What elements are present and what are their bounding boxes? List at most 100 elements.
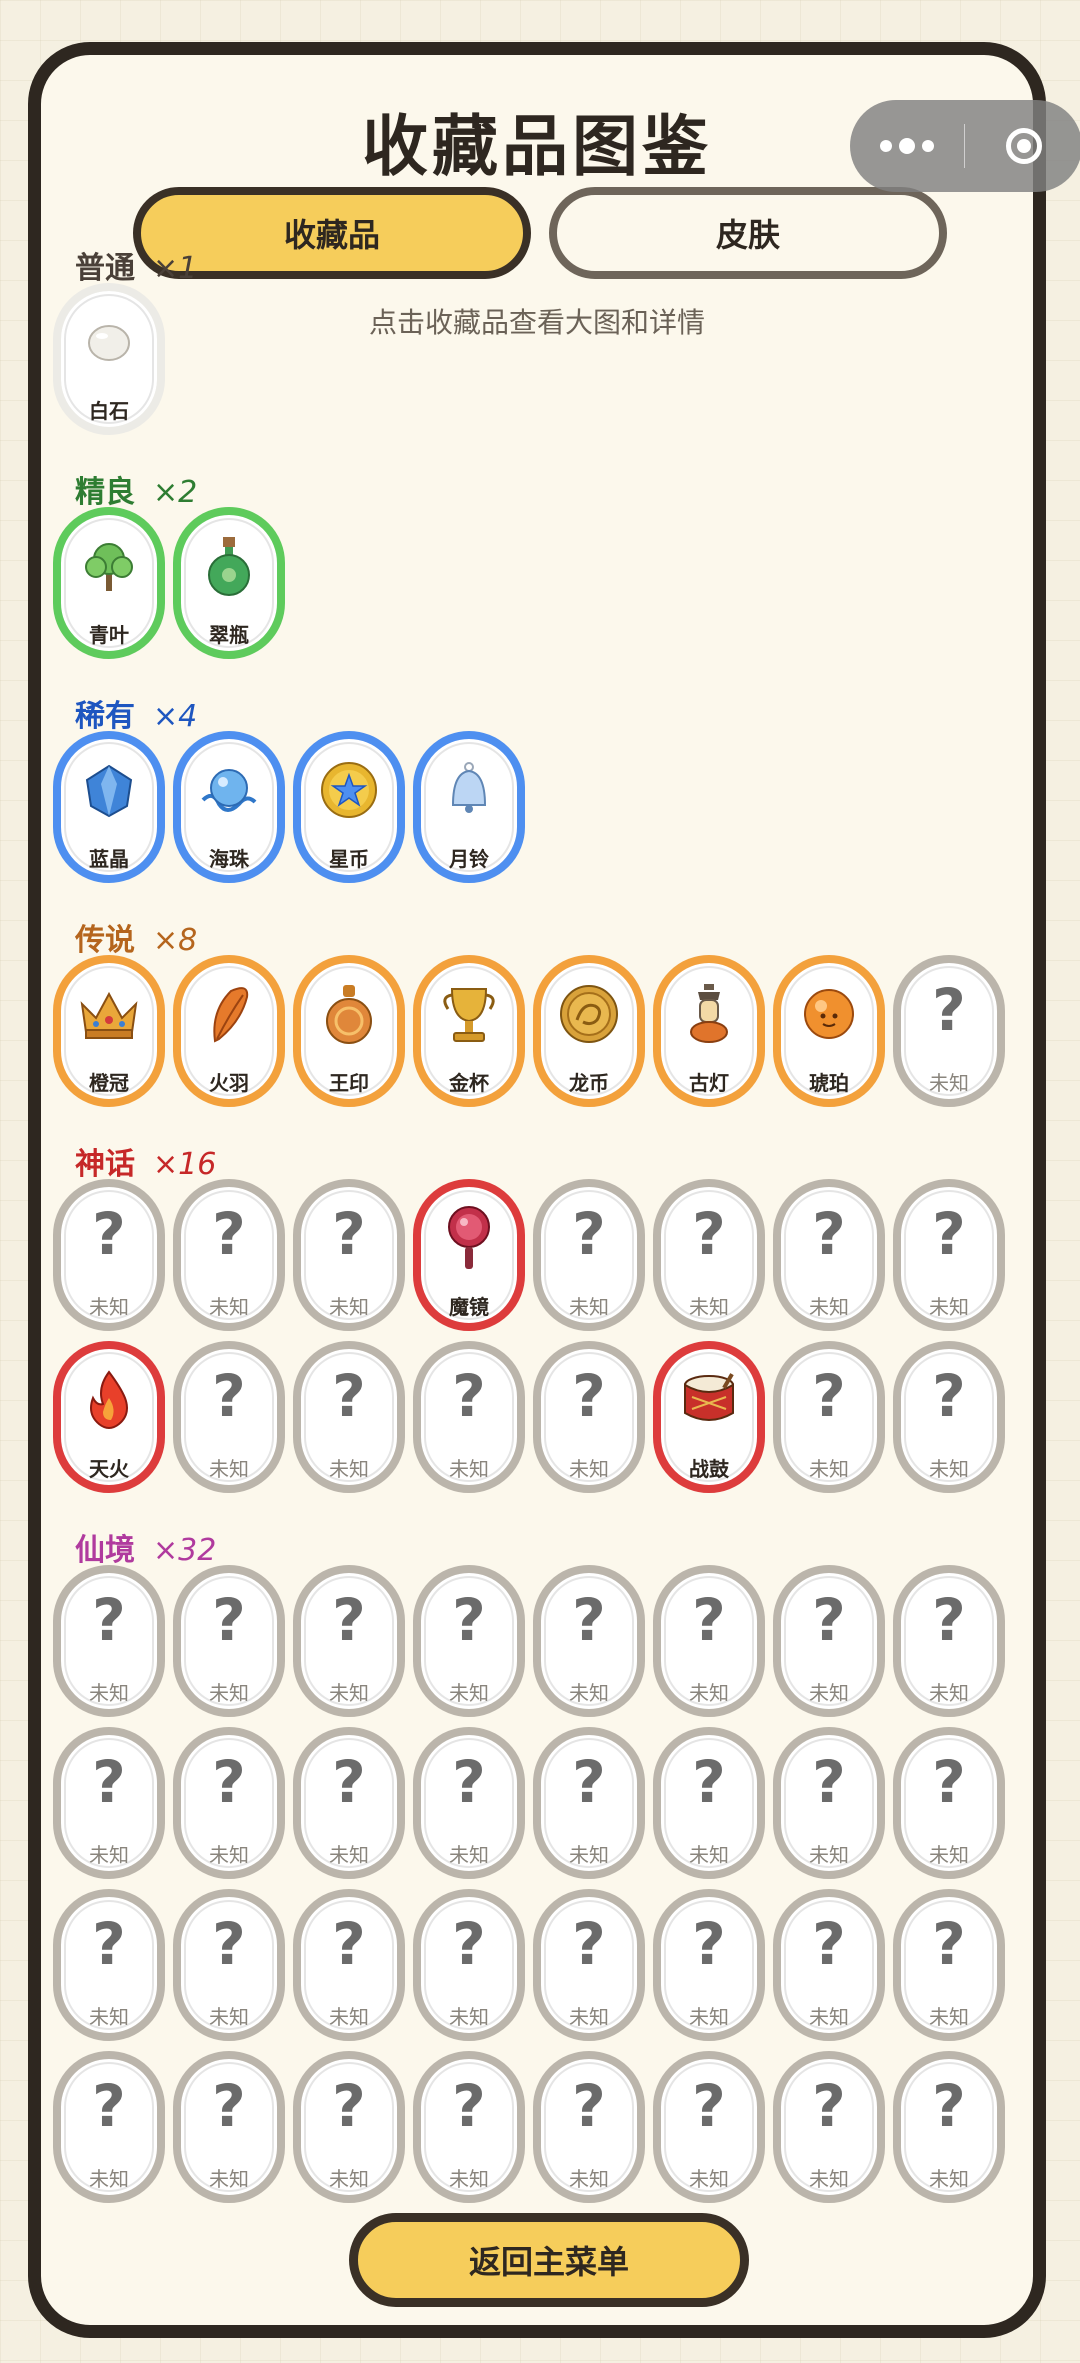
item-name: 未知 — [689, 1295, 729, 1319]
unknown-item[interactable]: ? 未知 — [413, 1565, 525, 1717]
unknown-item[interactable]: ? 未知 — [173, 1565, 285, 1717]
unknown-item[interactable]: ? 未知 — [293, 1889, 405, 2041]
question-mark-icon: ? — [332, 1200, 366, 1268]
item-name: 未知 — [809, 2167, 849, 2191]
collectible-item[interactable]: 古灯 — [653, 955, 765, 1107]
unknown-item[interactable]: ? 未知 — [293, 1727, 405, 1879]
unknown-item[interactable]: ? 未知 — [53, 1565, 165, 1717]
unknown-item[interactable]: ? 未知 — [773, 1565, 885, 1717]
item-name: 未知 — [329, 1843, 369, 1867]
item-name: 未知 — [329, 1681, 369, 1705]
collectible-item[interactable]: 王印 — [293, 955, 405, 1107]
question-mark-icon: ? — [692, 1200, 726, 1268]
unknown-item[interactable]: ? 未知 — [893, 1341, 1005, 1493]
unknown-item[interactable]: ? 未知 — [653, 1565, 765, 1717]
question-mark-icon: ? — [332, 1748, 366, 1816]
unknown-item[interactable]: ? 未知 — [173, 2051, 285, 2203]
unknown-item[interactable]: ? 未知 — [533, 2051, 645, 2203]
collectible-item[interactable]: 白石 — [53, 283, 165, 435]
unknown-item[interactable]: ? 未知 — [653, 1179, 765, 1331]
section-label: 精良 ×2 — [75, 467, 197, 511]
unknown-item[interactable]: ? 未知 — [53, 2051, 165, 2203]
unknown-item[interactable]: ? 未知 — [533, 1179, 645, 1331]
tab-skins[interactable]: 皮肤 — [549, 187, 947, 279]
question-mark-icon: ? — [332, 1910, 366, 1978]
close-target-icon[interactable] — [965, 100, 1080, 192]
collectible-item[interactable]: 橙冠 — [53, 955, 165, 1107]
unknown-item[interactable]: ? 未知 — [893, 2051, 1005, 2203]
item-name: 王印 — [329, 1071, 369, 1095]
collectible-item[interactable]: 月铃 — [413, 731, 525, 883]
green-leaf-icon — [61, 533, 157, 599]
unknown-item[interactable]: ? 未知 — [293, 2051, 405, 2203]
unknown-item[interactable]: ? 未知 — [773, 1889, 885, 2041]
unknown-item[interactable]: ? 未知 — [653, 2051, 765, 2203]
unknown-item[interactable]: ? 未知 — [893, 955, 1005, 1107]
item-name: 未知 — [209, 2005, 249, 2029]
collectible-item[interactable]: 龙币 — [533, 955, 645, 1107]
unknown-item[interactable]: ? 未知 — [893, 1565, 1005, 1717]
section-label: 稀有 ×4 — [75, 691, 197, 735]
unknown-item[interactable]: ? 未知 — [53, 1179, 165, 1331]
unknown-item[interactable]: ? 未知 — [173, 1179, 285, 1331]
more-options-icon[interactable] — [850, 100, 964, 192]
collectible-item[interactable]: 翠瓶 — [173, 507, 285, 659]
item-name: 未知 — [929, 2167, 969, 2191]
question-mark-icon: ? — [812, 1586, 846, 1654]
question-mark-icon: ? — [332, 2072, 366, 2140]
collectible-item[interactable]: 海珠 — [173, 731, 285, 883]
question-mark-icon: ? — [332, 1362, 366, 1430]
collectible-item[interactable]: 金杯 — [413, 955, 525, 1107]
unknown-item[interactable]: ? 未知 — [533, 1565, 645, 1717]
unknown-item[interactable]: ? 未知 — [293, 1341, 405, 1493]
collectible-item[interactable]: 魔镜 — [413, 1179, 525, 1331]
unknown-item[interactable]: ? 未知 — [653, 1889, 765, 2041]
collectible-item[interactable]: 天火 — [53, 1341, 165, 1493]
question-mark-icon: ? — [692, 2072, 726, 2140]
unknown-item[interactable]: ? 未知 — [413, 2051, 525, 2203]
unknown-item[interactable]: ? 未知 — [173, 1727, 285, 1879]
unknown-item[interactable]: ? 未知 — [893, 1889, 1005, 2041]
item-name: 未知 — [809, 2005, 849, 2029]
item-name: 未知 — [209, 1457, 249, 1481]
unknown-item[interactable]: ? 未知 — [533, 1727, 645, 1879]
unknown-item[interactable]: ? 未知 — [293, 1565, 405, 1717]
unknown-item[interactable]: ? 未知 — [533, 1341, 645, 1493]
item-name: 未知 — [929, 1071, 969, 1095]
unknown-item[interactable]: ? 未知 — [413, 1889, 525, 2041]
section-count: ×4 — [153, 699, 198, 734]
unknown-item[interactable]: ? 未知 — [173, 1889, 285, 2041]
star-coin-icon — [301, 757, 397, 823]
unknown-item[interactable]: ? 未知 — [173, 1341, 285, 1493]
unknown-item[interactable]: ? 未知 — [773, 1341, 885, 1493]
unknown-item[interactable]: ? 未知 — [653, 1727, 765, 1879]
unknown-item[interactable]: ? 未知 — [53, 1727, 165, 1879]
unknown-item[interactable]: ? 未知 — [533, 1889, 645, 2041]
unknown-item[interactable]: ? 未知 — [893, 1727, 1005, 1879]
magic-mirror-icon — [421, 1205, 517, 1271]
question-mark-icon: ? — [212, 1910, 246, 1978]
unknown-item[interactable]: ? 未知 — [773, 1179, 885, 1331]
collectible-item[interactable]: 战鼓 — [653, 1341, 765, 1493]
unknown-item[interactable]: ? 未知 — [53, 1889, 165, 2041]
question-mark-icon: ? — [572, 1362, 606, 1430]
item-name: 未知 — [929, 1295, 969, 1319]
unknown-item[interactable]: ? 未知 — [413, 1727, 525, 1879]
item-name: 龙币 — [569, 1071, 609, 1095]
unknown-item[interactable]: ? 未知 — [293, 1179, 405, 1331]
unknown-item[interactable]: ? 未知 — [773, 1727, 885, 1879]
question-mark-icon: ? — [692, 1586, 726, 1654]
collectible-item[interactable]: 星币 — [293, 731, 405, 883]
unknown-item[interactable]: ? 未知 — [413, 1341, 525, 1493]
back-to-menu-button[interactable]: 返回主菜单 — [349, 2213, 749, 2307]
moon-bell-icon — [421, 757, 517, 823]
collection-panel: 收藏品图鉴 收藏品 皮肤 点击收藏品查看大图和详情 普通 ×1 白石 精良 ×2 青叶 翠瓶… — [28, 42, 1046, 2338]
unknown-item[interactable]: ? 未知 — [773, 2051, 885, 2203]
collectible-item[interactable]: 火羽 — [173, 955, 285, 1107]
collectible-item[interactable]: 青叶 — [53, 507, 165, 659]
collectible-item[interactable]: 琥珀 — [773, 955, 885, 1107]
item-name: 未知 — [689, 1843, 729, 1867]
unknown-item[interactable]: ? 未知 — [893, 1179, 1005, 1331]
question-mark-icon: ? — [332, 1586, 366, 1654]
collectible-item[interactable]: 蓝晶 — [53, 731, 165, 883]
